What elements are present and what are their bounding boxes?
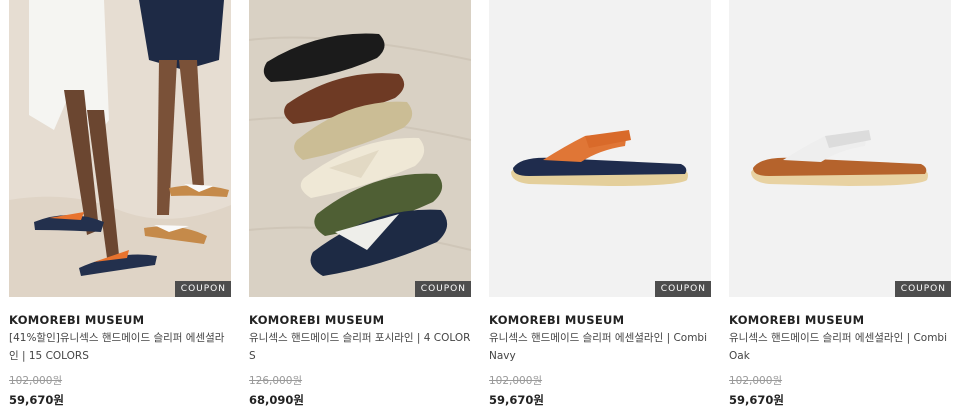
combi-oak-photo: [729, 0, 951, 297]
coupon-badge: COUPON: [414, 281, 471, 297]
sale-price: 59,670원: [489, 393, 544, 407]
original-price: 102,000원: [489, 375, 543, 387]
brand-name[interactable]: KOMOREBI MUSEUM: [729, 313, 864, 327]
product-image-beach-models[interactable]: COUPON: [9, 0, 231, 297]
product-name[interactable]: [41%할인]유니섹스 핸드메이드 슬리퍼 에센셜라인 | 15 COLORS: [9, 329, 231, 365]
combi-navy-photo: [489, 0, 711, 297]
original-price: 126,000원: [249, 375, 303, 387]
original-price: 102,000원: [729, 375, 783, 387]
sand-photo: [249, 0, 471, 297]
product-card[interactable]: COUPON KOMOREBI MUSEUM [41%할인]유니섹스 핸드메이드…: [9, 0, 231, 414]
brand-name[interactable]: KOMOREBI MUSEUM: [9, 313, 144, 327]
sale-price: 59,670원: [729, 393, 784, 407]
brand-name[interactable]: KOMOREBI MUSEUM: [489, 313, 624, 327]
sale-price: 68,090원: [249, 393, 304, 407]
product-image-stacked-sandals[interactable]: COUPON: [249, 0, 471, 297]
product-name[interactable]: 유니섹스 핸드메이드 슬리퍼 에센셜라인 | Combi Navy: [489, 329, 711, 365]
product-grid: COUPON KOMOREBI MUSEUM [41%할인]유니섹스 핸드메이드…: [0, 0, 956, 414]
brand-name[interactable]: KOMOREBI MUSEUM: [249, 313, 384, 327]
coupon-badge: COUPON: [894, 281, 951, 297]
product-name[interactable]: 유니섹스 핸드메이드 슬리퍼 에센셜라인 | Combi Oak: [729, 329, 951, 365]
original-price: 102,000원: [9, 375, 63, 387]
product-image-combi-navy[interactable]: COUPON: [489, 0, 711, 297]
product-image-combi-oak[interactable]: COUPON: [729, 0, 951, 297]
coupon-badge: COUPON: [174, 281, 231, 297]
product-card[interactable]: COUPON KOMOREBI MUSEUM 유니섹스 핸드메이드 슬리퍼 포시…: [249, 0, 471, 414]
product-name[interactable]: 유니섹스 핸드메이드 슬리퍼 포시라인 | 4 COLORS: [249, 329, 471, 365]
coupon-badge: COUPON: [654, 281, 711, 297]
beach-photo: [9, 0, 231, 297]
product-card[interactable]: COUPON KOMOREBI MUSEUM 유니섹스 핸드메이드 슬리퍼 에센…: [729, 0, 951, 414]
product-card[interactable]: COUPON KOMOREBI MUSEUM 유니섹스 핸드메이드 슬리퍼 에센…: [489, 0, 711, 414]
sale-price: 59,670원: [9, 393, 64, 407]
